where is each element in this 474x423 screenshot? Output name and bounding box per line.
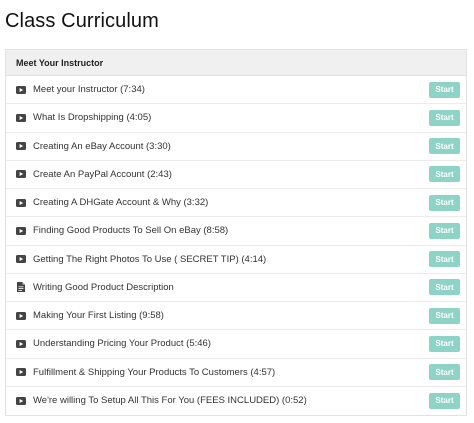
lecture-title[interactable]: Fulfillment & Shipping Your Products To … bbox=[33, 367, 429, 378]
start-button[interactable]: Start bbox=[429, 251, 460, 268]
lecture-row[interactable]: Getting The Right Photos To Use ( SECRET… bbox=[6, 245, 466, 274]
lecture-title[interactable]: What Is Dropshipping (4:05) bbox=[33, 112, 429, 123]
start-button[interactable]: Start bbox=[429, 364, 460, 381]
lecture-title[interactable]: Create An PayPal Account (2:43) bbox=[33, 169, 429, 180]
page-title: Class Curriculum bbox=[5, 10, 159, 32]
section-title: Meet Your Instructor bbox=[16, 57, 104, 68]
lecture-row[interactable]: Create An PayPal Account (2:43) Start bbox=[6, 160, 466, 189]
lecture-title[interactable]: Creating An eBay Account (3:30) bbox=[33, 141, 429, 152]
video-icon bbox=[16, 85, 26, 95]
start-button[interactable]: Start bbox=[429, 194, 460, 211]
lecture-title[interactable]: We're willing To Setup All This For You … bbox=[33, 395, 429, 406]
video-icon bbox=[16, 311, 26, 321]
video-icon bbox=[16, 367, 26, 377]
video-icon bbox=[16, 254, 26, 264]
start-button[interactable]: Start bbox=[429, 307, 460, 324]
start-button[interactable]: Start bbox=[429, 81, 460, 98]
video-icon bbox=[16, 339, 26, 349]
lecture-row[interactable]: Finding Good Products To Sell On eBay (8… bbox=[6, 217, 466, 246]
lecture-row[interactable]: Creating An eBay Account (3:30) Start bbox=[6, 132, 466, 161]
start-button[interactable]: Start bbox=[429, 392, 460, 409]
video-icon bbox=[16, 169, 26, 179]
document-icon bbox=[16, 282, 26, 293]
video-icon bbox=[16, 396, 26, 406]
curriculum-section: Meet Your Instructor Meet your Instructo… bbox=[5, 49, 467, 416]
section-header: Meet Your Instructor bbox=[6, 50, 466, 76]
lecture-title[interactable]: Making Your First Listing (9:58) bbox=[33, 310, 429, 321]
lecture-row[interactable]: Understanding Pricing Your Product (5:46… bbox=[6, 330, 466, 359]
start-button[interactable]: Start bbox=[429, 279, 460, 296]
curriculum-page: Class Curriculum Meet Your Instructor Me… bbox=[0, 0, 474, 423]
lecture-row[interactable]: Creating A DHGate Account & Why (3:32) S… bbox=[6, 189, 466, 218]
video-icon bbox=[16, 141, 26, 151]
lecture-row[interactable]: We're willing To Setup All This For You … bbox=[6, 386, 466, 415]
lecture-row[interactable]: Making Your First Listing (9:58) Start bbox=[6, 302, 466, 331]
start-button[interactable]: Start bbox=[429, 335, 460, 352]
start-button[interactable]: Start bbox=[429, 166, 460, 183]
start-button[interactable]: Start bbox=[429, 222, 460, 239]
start-button[interactable]: Start bbox=[429, 109, 460, 126]
start-button[interactable]: Start bbox=[429, 138, 460, 155]
lecture-title[interactable]: Writing Good Product Description bbox=[33, 282, 429, 293]
video-icon bbox=[16, 226, 26, 236]
lecture-title[interactable]: Understanding Pricing Your Product (5:46… bbox=[33, 338, 429, 349]
video-icon bbox=[16, 198, 26, 208]
lecture-row[interactable]: Meet your Instructor (7:34) Start bbox=[6, 76, 466, 105]
lecture-row[interactable]: What Is Dropshipping (4:05) Start bbox=[6, 104, 466, 133]
lecture-title[interactable]: Creating A DHGate Account & Why (3:32) bbox=[33, 197, 429, 208]
video-icon bbox=[16, 113, 26, 123]
lecture-row[interactable]: Fulfillment & Shipping Your Products To … bbox=[6, 358, 466, 387]
lecture-title[interactable]: Getting The Right Photos To Use ( SECRET… bbox=[33, 254, 429, 265]
lecture-title[interactable]: Finding Good Products To Sell On eBay (8… bbox=[33, 225, 429, 236]
lecture-row[interactable]: Writing Good Product Description Start bbox=[6, 273, 466, 302]
lecture-title[interactable]: Meet your Instructor (7:34) bbox=[33, 84, 429, 95]
